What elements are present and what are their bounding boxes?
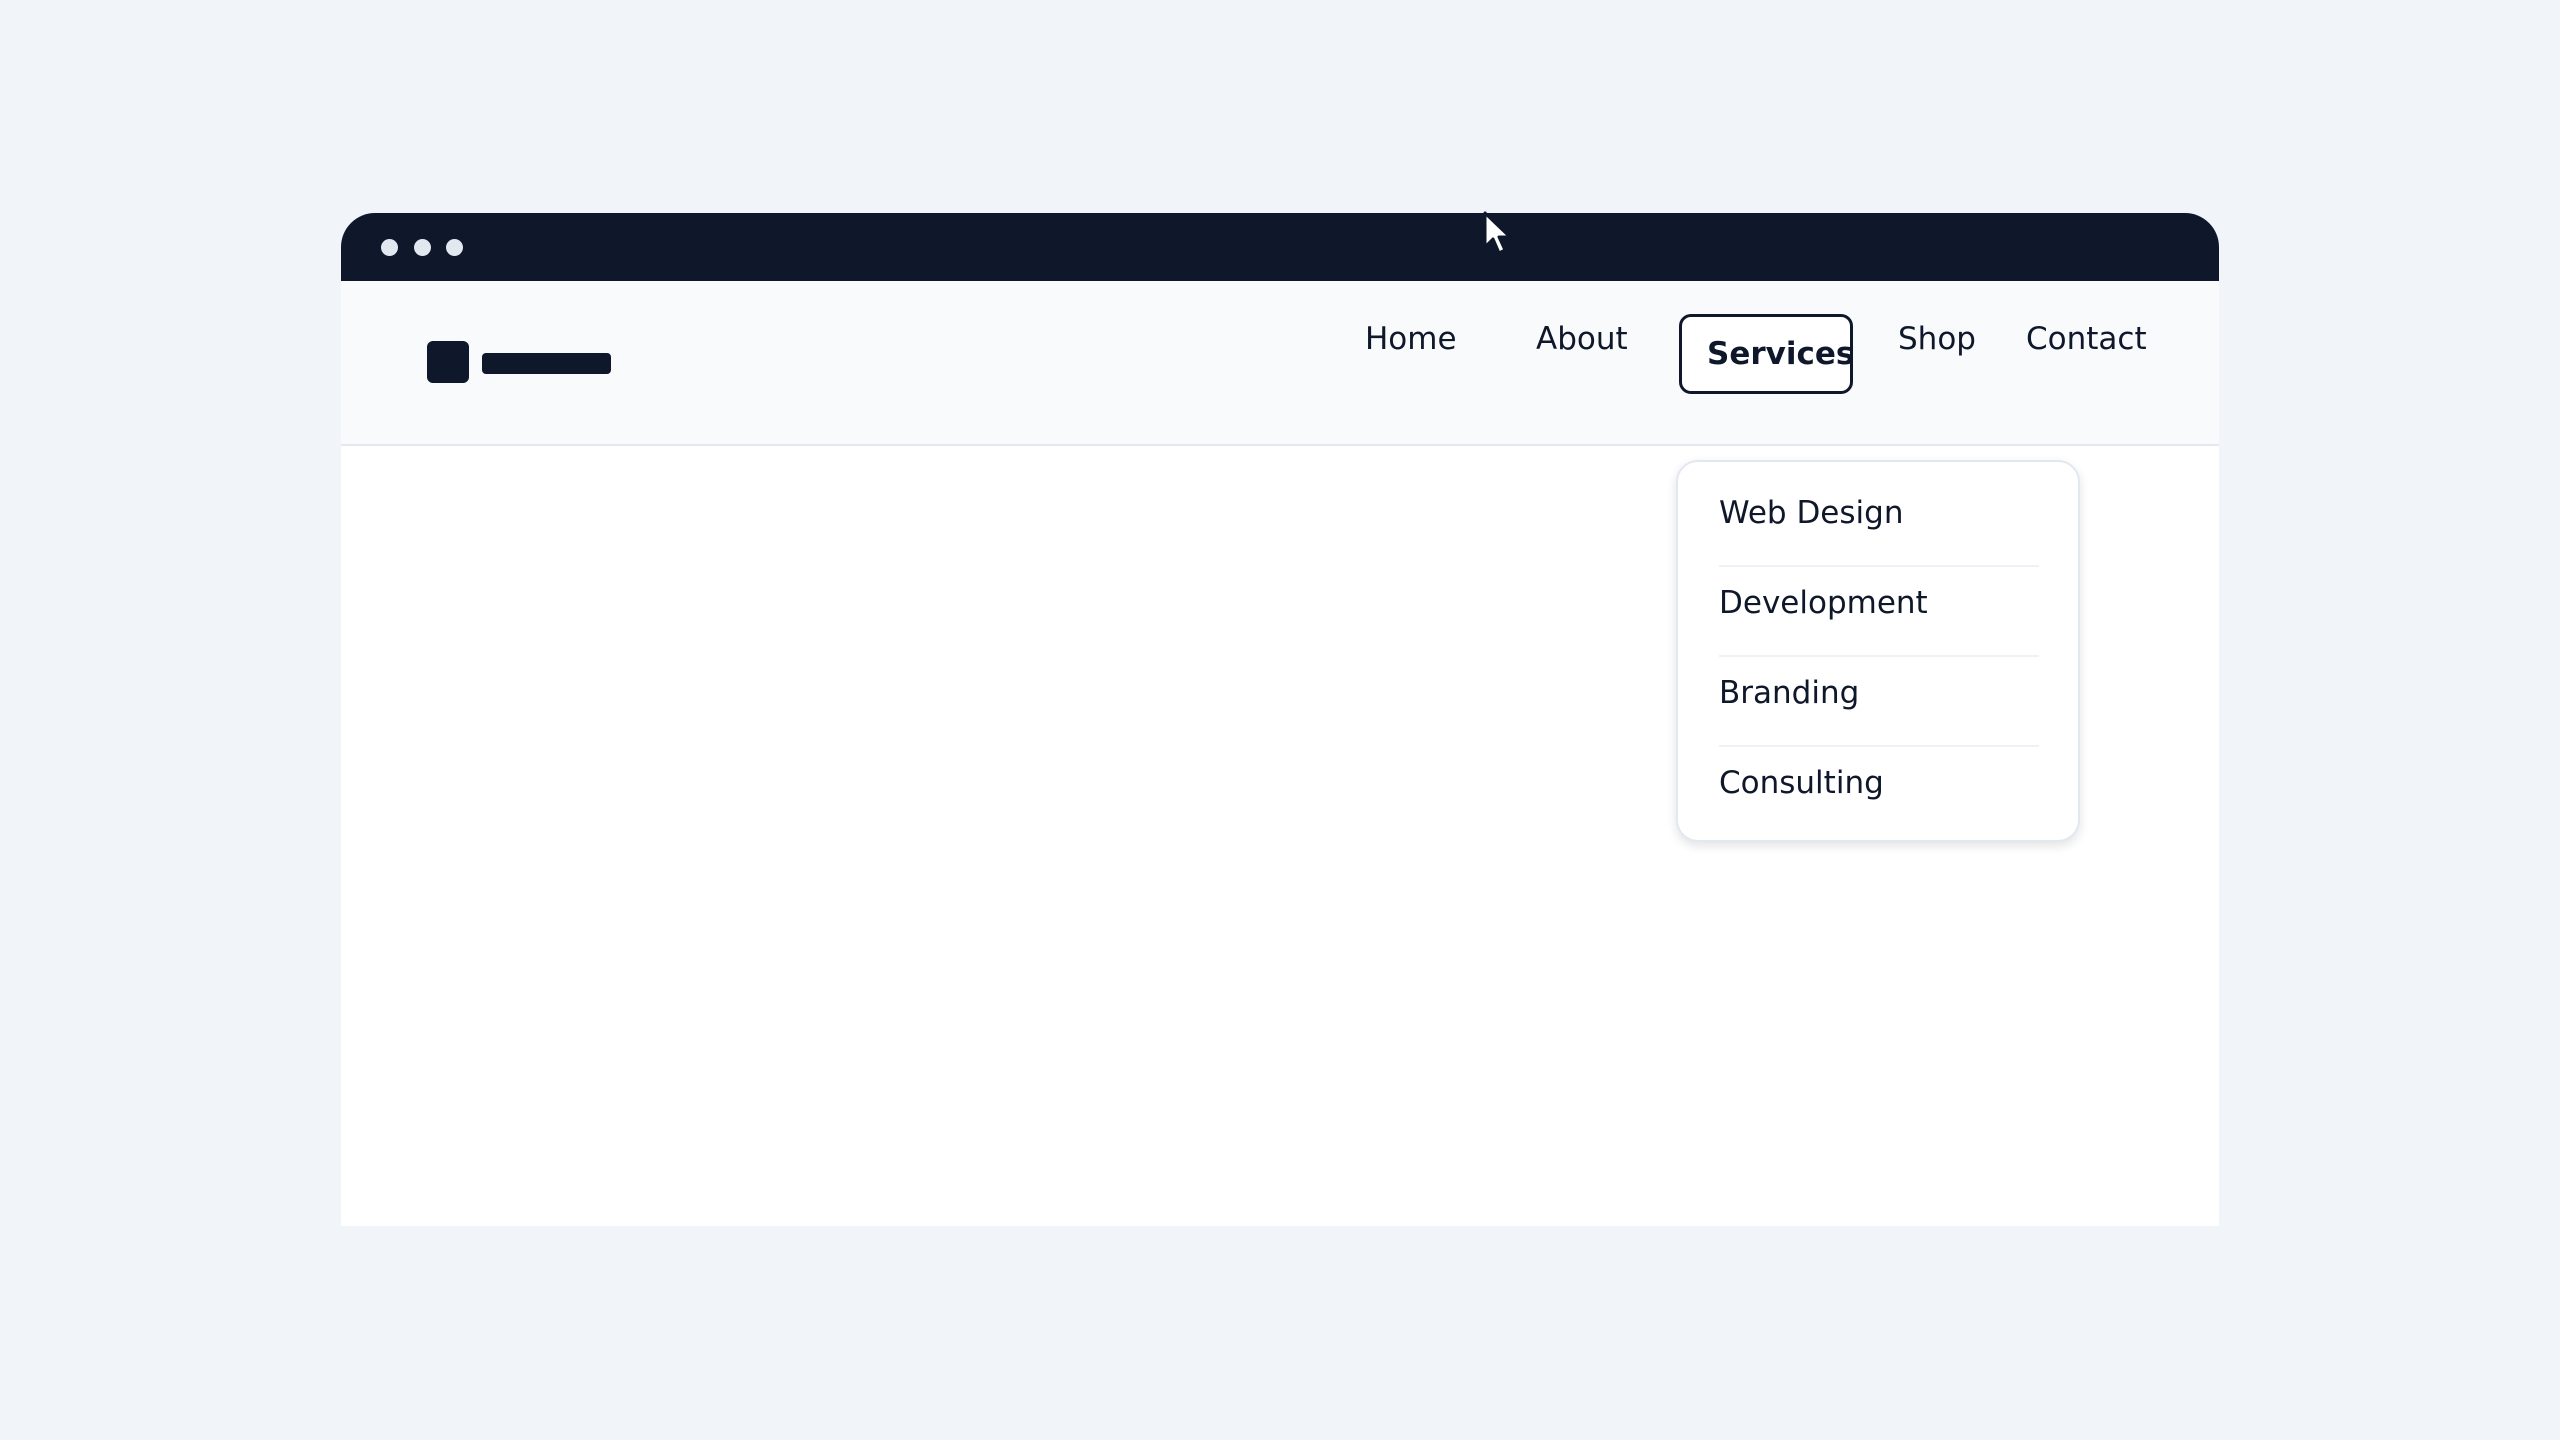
dropdown-item-label: Consulting: [1719, 765, 1884, 801]
nav-item-shop[interactable]: Shop: [1898, 319, 1976, 359]
window-dot-icon[interactable]: [446, 239, 463, 256]
dropdown-item-label: Development: [1719, 585, 1928, 621]
nav-item-contact[interactable]: Contact: [2026, 319, 2147, 359]
window-dot-icon[interactable]: [381, 239, 398, 256]
dropdown-item-branding[interactable]: Branding: [1719, 653, 2039, 741]
nav-item-about[interactable]: About: [1536, 319, 1628, 359]
mouse-pointer-icon: [1483, 211, 1512, 255]
window-titlebar: [341, 213, 2219, 281]
dropdown-item-web-design[interactable]: Web Design: [1719, 473, 2039, 561]
browser-window: Home About Services Shop Contact Web Des…: [341, 213, 2219, 1226]
dropdown-item-development[interactable]: Development: [1719, 563, 2039, 651]
site-header: Home About Services Shop Contact: [341, 281, 2219, 446]
dropdown-item-label: Branding: [1719, 675, 1860, 711]
services-dropdown-menu: Web Design Development Branding Consulti…: [1676, 460, 2080, 842]
logo-icon[interactable]: [427, 341, 469, 383]
dropdown-item-label: Web Design: [1719, 495, 1904, 531]
dropdown-item-consulting[interactable]: Consulting: [1719, 743, 2039, 831]
window-dot-icon[interactable]: [414, 239, 431, 256]
nav-item-services[interactable]: Services: [1679, 314, 1853, 394]
logo-wordmark[interactable]: [482, 353, 611, 374]
nav-item-home[interactable]: Home: [1365, 319, 1457, 359]
